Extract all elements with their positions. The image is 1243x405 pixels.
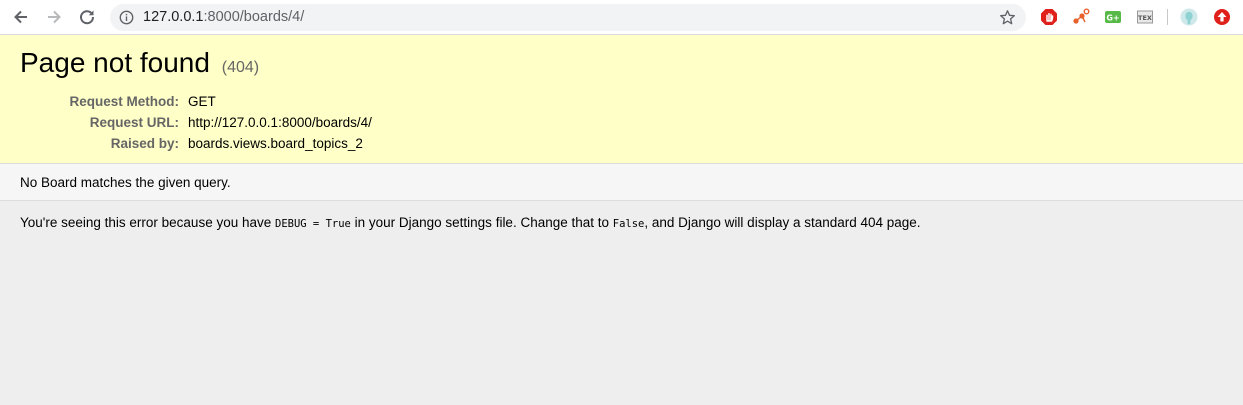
explanation-part-2: in your Django settings file. Change tha… — [350, 215, 613, 230]
page-title: Page not found (404) — [20, 46, 259, 85]
info-icon[interactable] — [119, 10, 134, 25]
tex-icon: TEX — [1137, 10, 1153, 24]
reload-button[interactable] — [75, 5, 99, 29]
stop-hand-icon — [1041, 9, 1057, 25]
svg-text:TEX: TEX — [1138, 14, 1152, 22]
url-path: :8000/boards/4/ — [203, 9, 305, 25]
error-info: No Board matches the given query. — [0, 164, 1243, 201]
svg-text:G+: G+ — [1106, 14, 1119, 23]
adblock-extension-icon[interactable] — [1040, 8, 1058, 26]
google-plus-extension-icon[interactable]: G+ — [1104, 8, 1122, 26]
request-url-label: Request URL: — [89, 115, 179, 130]
tex-extension-icon[interactable]: TEX — [1136, 8, 1154, 26]
debug-explanation: You're seeing this error because you hav… — [0, 201, 1243, 405]
explanation-text: You're seeing this error because you hav… — [20, 214, 921, 233]
browser-toolbar: 127.0.0.1:8000/boards/4/ G+ TEX — [0, 0, 1243, 35]
raised-by-label: Raised by: — [110, 136, 179, 151]
status-code: (404) — [221, 59, 260, 76]
explanation-part-3: , and Django will display a standard 404… — [644, 215, 921, 230]
error-message: No Board matches the given query. — [20, 175, 231, 190]
url-text: 127.0.0.1:8000/boards/4/ — [143, 9, 304, 26]
gplus-icon: G+ — [1105, 11, 1121, 23]
request-method-value: GET — [188, 94, 216, 109]
explanation-part-1: You're seeing this error because you hav… — [20, 215, 275, 230]
nodes-icon — [1073, 8, 1090, 24]
network-extension-icon[interactable] — [1072, 8, 1090, 26]
debug-setting-code: DEBUG = True — [275, 218, 351, 230]
profile-avatar-button[interactable] — [1180, 8, 1198, 26]
raised-by-value: boards.views.board_topics_2 — [188, 136, 363, 151]
back-button[interactable] — [9, 5, 33, 29]
star-icon[interactable] — [999, 9, 1016, 26]
reload-icon — [80, 10, 95, 25]
page-title-text: Page not found — [20, 47, 210, 78]
request-method-label: Request Method: — [69, 94, 180, 109]
url-host: 127.0.0.1 — [143, 9, 204, 25]
arrow-left-icon — [14, 10, 27, 24]
forward-button[interactable] — [42, 5, 66, 29]
address-bar[interactable]: 127.0.0.1:8000/boards/4/ — [110, 4, 1026, 31]
toolbar-separator — [1167, 9, 1168, 25]
profile-avatar-icon — [1180, 8, 1198, 26]
arrow-right-icon — [48, 10, 61, 24]
request-url-value: http://127.0.0.1:8000/boards/4/ — [188, 115, 372, 130]
arrow-up-circle-icon — [1214, 9, 1230, 25]
update-extension-icon[interactable] — [1213, 8, 1231, 26]
error-summary: Page not found (404) Request Method: GET… — [0, 35, 1243, 164]
false-value-code: False — [612, 218, 645, 230]
